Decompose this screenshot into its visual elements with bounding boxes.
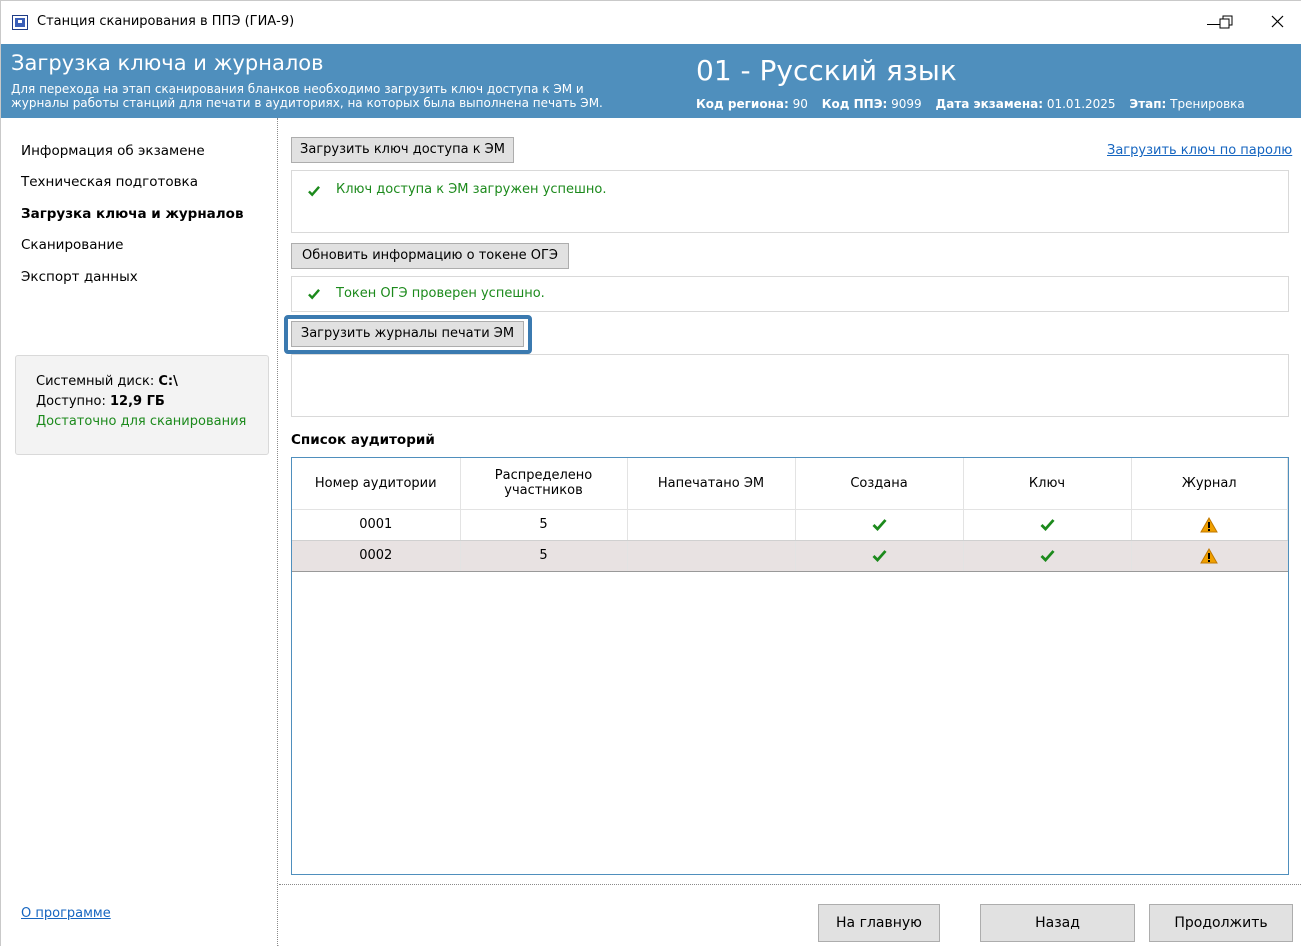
column-header[interactable]: Ключ xyxy=(963,458,1132,510)
available-line: Доступно: 12,9 ГБ xyxy=(36,392,268,412)
title-bar: Станция сканирования в ППЭ (ГИА-9) xyxy=(1,1,1301,44)
check-icon xyxy=(1040,550,1055,562)
check-icon xyxy=(308,289,320,300)
sidebar-item-scanning[interactable]: Сканирование xyxy=(21,237,123,253)
column-header[interactable]: Напечатано ЭМ xyxy=(627,458,796,510)
page-description: Для перехода на этап сканирования бланко… xyxy=(11,82,701,110)
distributed-cell: 5 xyxy=(460,508,628,541)
exam-date-label: Дата экзамена: xyxy=(935,97,1044,111)
stage-label: Этап: xyxy=(1129,97,1167,111)
load-key-button[interactable]: Загрузить ключ доступа к ЭМ xyxy=(291,137,514,163)
restore-button[interactable] xyxy=(1204,9,1250,35)
restore-icon xyxy=(1219,15,1233,29)
ppe-label: Код ППЭ: xyxy=(821,97,888,111)
continue-button[interactable]: Продолжить xyxy=(1149,904,1293,942)
printed-cell xyxy=(627,540,796,572)
check-icon xyxy=(1040,519,1055,531)
journal-cell xyxy=(1131,508,1288,541)
check-icon xyxy=(308,186,320,197)
close-icon xyxy=(1271,15,1284,28)
column-header[interactable]: Журнал xyxy=(1131,458,1288,510)
disk-info-panel: Системный диск: C:\ Доступно: 12,9 ГБ До… xyxy=(15,355,269,455)
token-status-text: Токен ОГЭ проверен успешно. xyxy=(336,286,545,301)
stage-value: Тренировка xyxy=(1170,97,1245,111)
available-value: 12,9 ГБ xyxy=(110,394,165,409)
page-description-line: журналы работы станций для печати в ауди… xyxy=(11,96,603,110)
printed-cell xyxy=(627,508,796,541)
sidebar: Информация об экзамене Техническая подго… xyxy=(1,118,278,946)
journals-status-box xyxy=(291,354,1289,417)
disk-status: Достаточно для сканирования xyxy=(36,414,247,429)
sidebar-item-exam-info[interactable]: Информация об экзамене xyxy=(21,143,205,159)
exam-date-value: 01.01.2025 xyxy=(1046,97,1116,111)
region-value: 90 xyxy=(792,97,808,111)
sidebar-item-tech-prep[interactable]: Техническая подготовка xyxy=(21,174,198,190)
room-cell: 0002 xyxy=(292,540,461,572)
key-cell xyxy=(963,508,1132,541)
column-header[interactable]: Распределено участников xyxy=(460,458,628,510)
refresh-token-button[interactable]: Обновить информацию о токене ОГЭ xyxy=(291,243,569,269)
check-icon xyxy=(872,550,887,562)
sidebar-item-key-journals[interactable]: Загрузка ключа и журналов xyxy=(21,206,244,222)
key-status-text: Ключ доступа к ЭМ загружен успешно. xyxy=(336,182,607,197)
system-disk-line: Системный диск: C:\ xyxy=(36,372,268,392)
region-label: Код региона: xyxy=(696,97,789,111)
created-cell xyxy=(795,540,964,572)
key-cell xyxy=(963,540,1132,572)
app-window: Станция сканирования в ППЭ (ГИА-9) Загру… xyxy=(0,0,1301,946)
load-journals-button[interactable]: Загрузить журналы печати ЭМ xyxy=(291,321,524,347)
back-button[interactable]: Назад xyxy=(980,904,1135,942)
subject-title: 01 - Русский язык xyxy=(696,54,957,87)
key-status-box: Ключ доступа к ЭМ загружен успешно. xyxy=(291,170,1289,233)
page-header: Загрузка ключа и журналов Для перехода н… xyxy=(1,44,1301,118)
check-icon xyxy=(872,519,887,531)
system-disk-value: C:\ xyxy=(158,374,178,389)
window-title: Станция сканирования в ППЭ (ГИА-9) xyxy=(37,14,295,29)
page-description-line: Для перехода на этап сканирования бланко… xyxy=(11,82,584,96)
app-icon xyxy=(12,15,28,30)
table-row[interactable]: 0001 5 xyxy=(292,508,1288,541)
system-disk-label: Системный диск: xyxy=(36,374,155,389)
column-header-label: Распределено участников xyxy=(494,468,593,499)
ppe-value: 9099 xyxy=(891,97,922,111)
table-row[interactable]: 0002 5 xyxy=(292,540,1288,572)
token-status-box: Токен ОГЭ проверен успешно. xyxy=(291,276,1289,312)
table-header-row: Номер аудитории Распределено участников … xyxy=(292,458,1288,510)
close-button[interactable] xyxy=(1255,9,1301,35)
main-panel: Загрузить ключ доступа к ЭМ Загрузить кл… xyxy=(279,118,1301,946)
room-cell: 0001 xyxy=(292,508,461,541)
page-title: Загрузка ключа и журналов xyxy=(11,51,324,75)
footer-divider xyxy=(279,884,1301,885)
home-button[interactable]: На главную xyxy=(818,904,940,942)
created-cell xyxy=(795,508,964,541)
rooms-table: Номер аудитории Распределено участников … xyxy=(291,457,1289,875)
column-header[interactable]: Номер аудитории xyxy=(292,458,461,510)
rooms-title: Список аудиторий xyxy=(291,432,435,448)
available-label: Доступно: xyxy=(36,394,106,409)
about-link[interactable]: О программе xyxy=(21,906,111,921)
exam-meta: Код региона: 90 Код ППЭ: 9099 Дата экзам… xyxy=(696,97,1245,111)
warning-icon xyxy=(1200,516,1219,532)
column-header[interactable]: Создана xyxy=(795,458,964,510)
distributed-cell: 5 xyxy=(460,540,628,572)
journal-cell xyxy=(1131,540,1288,572)
load-key-password-link[interactable]: Загрузить ключ по паролю xyxy=(1107,143,1292,158)
warning-icon xyxy=(1200,547,1219,563)
sidebar-item-export[interactable]: Экспорт данных xyxy=(21,269,138,285)
